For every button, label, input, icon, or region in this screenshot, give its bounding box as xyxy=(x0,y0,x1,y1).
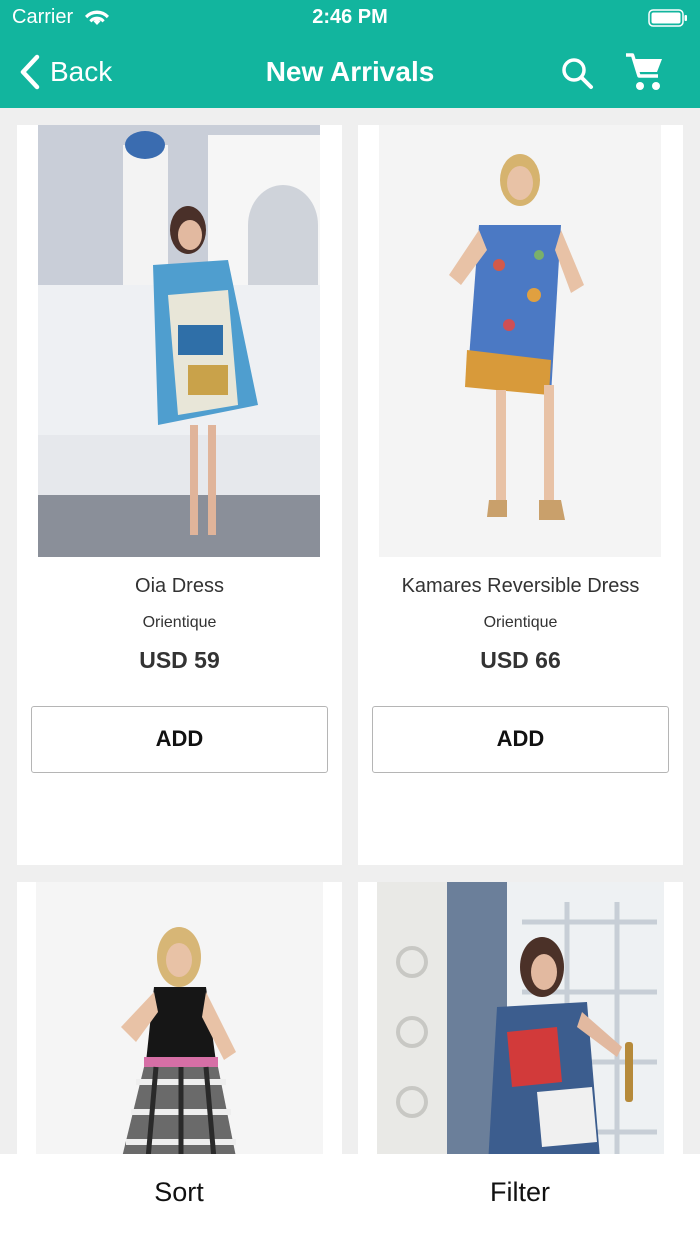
product-image[interactable] xyxy=(379,125,661,557)
product-card[interactable] xyxy=(358,882,683,1182)
product-photo xyxy=(38,125,320,557)
status-bar: Carrier 2:46 PM xyxy=(0,0,700,36)
sort-button[interactable]: Sort xyxy=(4,1154,354,1244)
product-image[interactable] xyxy=(377,882,664,1182)
filter-label: Filter xyxy=(490,1177,550,1207)
product-name: Oia Dress xyxy=(135,575,224,597)
bottom-toolbar: Sort Filter xyxy=(0,1154,700,1244)
product-photo xyxy=(36,882,323,1182)
product-card[interactable]: Oia Dress Orientique USD 59 ADD xyxy=(17,125,342,865)
product-image[interactable] xyxy=(38,125,320,557)
status-time: 2:46 PM xyxy=(312,6,388,28)
product-photo xyxy=(377,882,664,1182)
add-to-cart-button[interactable]: ADD xyxy=(31,706,328,773)
app-root: Carrier 2:46 PM Back New Arrivals Oia Dr… xyxy=(0,0,700,1244)
header: Carrier 2:46 PM Back New Arrivals xyxy=(0,0,700,108)
product-brand: Orientique xyxy=(483,614,558,631)
product-card[interactable]: Kamares Reversible Dress Orientique USD … xyxy=(358,125,683,865)
product-brand: Orientique xyxy=(142,614,217,631)
nav-bar: Back New Arrivals xyxy=(0,36,700,108)
product-photo xyxy=(379,125,661,557)
filter-button[interactable]: Filter xyxy=(345,1154,695,1244)
add-to-cart-button[interactable]: ADD xyxy=(372,706,669,773)
product-card[interactable] xyxy=(17,882,342,1182)
product-image[interactable] xyxy=(36,882,323,1182)
product-price: USD 66 xyxy=(480,647,561,673)
battery-icon xyxy=(648,9,687,27)
search-icon[interactable] xyxy=(558,54,598,94)
product-name: Kamares Reversible Dress xyxy=(401,575,640,597)
sort-label: Sort xyxy=(154,1177,204,1207)
cart-icon[interactable] xyxy=(624,50,666,94)
product-price: USD 59 xyxy=(139,647,220,673)
